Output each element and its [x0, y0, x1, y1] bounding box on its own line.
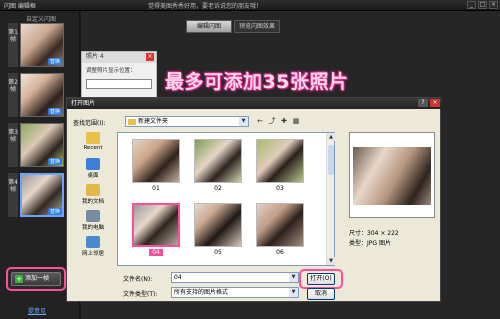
maximize-button[interactable]: □ — [478, 1, 487, 9]
file-thumbnail[interactable] — [256, 139, 304, 183]
frame-label: 第3帧 — [8, 123, 18, 167]
view-menu-icon[interactable]: ▦ — [291, 116, 301, 126]
filetype-value: 所有支持的图片格式 — [174, 289, 229, 296]
frame-item-1[interactable]: 第1帧 替换 — [8, 23, 64, 67]
place-label: 我的电脑 — [81, 225, 104, 231]
file-name: 04 — [132, 249, 180, 256]
look-in-value: 新建文件夹 — [138, 118, 169, 125]
file-thumbnail[interactable] — [132, 139, 180, 183]
chevron-down-icon[interactable]: ▼ — [239, 117, 248, 126]
scroll-thumb[interactable] — [328, 145, 334, 175]
image-preview — [349, 132, 435, 218]
window-title: 闪图 编辑框 — [4, 3, 36, 10]
file-name: 06 — [276, 249, 284, 256]
back-icon[interactable]: ← — [255, 116, 265, 126]
dialog-title-bar: 打开图片 ? × — [67, 98, 442, 109]
dialog-title: 打开图片 — [71, 100, 96, 107]
open-button[interactable]: 打开(O) — [307, 273, 335, 285]
recent-icon — [86, 132, 100, 144]
new-folder-icon[interactable]: ✚ — [279, 116, 289, 126]
add-frame-label: 添加一帧 — [25, 275, 50, 282]
feedback-link[interactable]: 提意见 — [28, 306, 46, 315]
frame-item-4[interactable]: 第4帧 替换 — [8, 173, 64, 217]
file-item[interactable]: 05 — [194, 203, 242, 261]
add-frame-highlight: + 添加一帧 — [6, 267, 66, 291]
position-field[interactable] — [86, 79, 152, 89]
file-item[interactable]: 01 — [132, 139, 180, 197]
place-recent[interactable]: Recent — [73, 132, 113, 151]
frame-item-3[interactable]: 第3帧 替换 — [8, 123, 64, 167]
help-button[interactable]: ? — [418, 99, 428, 107]
file-name: 01 — [152, 185, 160, 192]
place-label: 桌面 — [87, 173, 99, 179]
frame-label: 第4帧 — [8, 173, 18, 217]
close-button[interactable]: × — [489, 1, 498, 9]
up-folder-icon[interactable]: ⤴ — [267, 116, 277, 126]
filetype-select[interactable]: 所有支持的图片格式 ▼ — [171, 287, 299, 298]
promo-banner: 最多可添加35张照片 — [165, 71, 349, 93]
title-tip: 觉得美图秀秀好用，要老诉说您的朋友哦！ — [148, 3, 263, 10]
frame-label: 第2帧 — [8, 73, 18, 117]
preview-image — [353, 147, 431, 205]
file-name: 05 — [214, 249, 222, 256]
desktop-icon — [86, 158, 100, 170]
filename-input[interactable]: 04 ▼ — [171, 272, 299, 283]
image-size: 尺寸：304 × 222 — [349, 230, 399, 237]
place-computer[interactable]: 我的电脑 — [73, 210, 113, 231]
place-network[interactable]: 网上邻居 — [73, 236, 113, 257]
file-name: 02 — [214, 185, 222, 192]
folder-icon — [128, 119, 136, 125]
file-item[interactable]: 02 — [194, 139, 242, 197]
place-documents[interactable]: 我的文档 — [73, 184, 113, 205]
file-thumbnail[interactable] — [194, 139, 242, 183]
file-name: 03 — [276, 185, 284, 192]
replace-button[interactable]: 替换 — [47, 58, 62, 65]
dialog-close-button[interactable]: × — [430, 99, 440, 107]
place-label: 我的文档 — [81, 199, 104, 205]
places-bar: Recent 桌面 我的文档 我的电脑 网上邻居 — [73, 132, 113, 262]
filetype-label: 文件类型(T): — [123, 291, 158, 298]
place-desktop[interactable]: 桌面 — [73, 158, 113, 179]
frame-label: 第1帧 — [8, 23, 18, 67]
file-thumbnail[interactable] — [132, 203, 180, 247]
photo-panel-header: 照片 4 — [82, 52, 156, 63]
add-frame-button[interactable]: + 添加一帧 — [11, 272, 61, 286]
file-item[interactable]: 03 — [256, 139, 304, 197]
file-item[interactable]: 06 — [256, 203, 304, 261]
scroll-up-icon[interactable]: ▲ — [327, 133, 335, 141]
cancel-button[interactable]: 取消 — [307, 288, 335, 300]
scroll-down-icon[interactable]: ▼ — [327, 257, 335, 265]
photo-panel-close-icon[interactable]: × — [146, 53, 154, 61]
open-image-dialog: 打开图片 ? × 查找范围(I): 新建文件夹 ▼ ← ⤴ ✚ ▦ Recent… — [66, 97, 442, 302]
file-list-scrollbar[interactable]: ▲ ▼ — [326, 133, 335, 265]
chevron-down-icon[interactable]: ▼ — [289, 288, 298, 297]
replace-button[interactable]: 替换 — [47, 108, 62, 115]
look-in-label: 查找范围(I): — [73, 120, 106, 127]
documents-icon — [86, 184, 100, 196]
filename-value: 04 — [174, 274, 182, 281]
plus-icon: + — [15, 275, 23, 283]
replace-button[interactable]: 替换 — [47, 208, 62, 215]
replace-button[interactable]: 替换 — [47, 158, 62, 165]
custom-flash-title: 自定义闪图 — [26, 16, 57, 23]
filename-label: 文件名(N): — [123, 276, 153, 283]
minimize-button[interactable]: _ — [467, 1, 476, 9]
file-item-selected[interactable]: 04 — [132, 203, 180, 261]
place-label: Recent — [83, 145, 103, 151]
position-label: 调整照片显示位置： — [86, 68, 136, 74]
network-icon — [86, 236, 100, 248]
chevron-down-icon[interactable]: ▼ — [289, 273, 298, 282]
look-in-select[interactable]: 新建文件夹 ▼ — [125, 116, 249, 127]
file-thumbnail[interactable] — [256, 203, 304, 247]
place-label: 网上邻居 — [81, 251, 104, 257]
frame-item-2[interactable]: 第2帧 替换 — [8, 73, 64, 117]
tab-preview[interactable]: 预览闪图效果 — [234, 20, 280, 33]
title-bar: 闪图 编辑框 觉得美图秀秀好用，要老诉说您的朋友哦！ _ □ × — [0, 0, 500, 11]
tab-edit[interactable]: 编辑闪图 — [186, 20, 232, 33]
image-type: 类型：JPG 图片 — [349, 240, 391, 247]
file-list: 01 02 03 04 05 06 ▲ ▼ — [117, 132, 335, 266]
file-thumbnail[interactable] — [194, 203, 242, 247]
computer-icon — [86, 210, 100, 222]
